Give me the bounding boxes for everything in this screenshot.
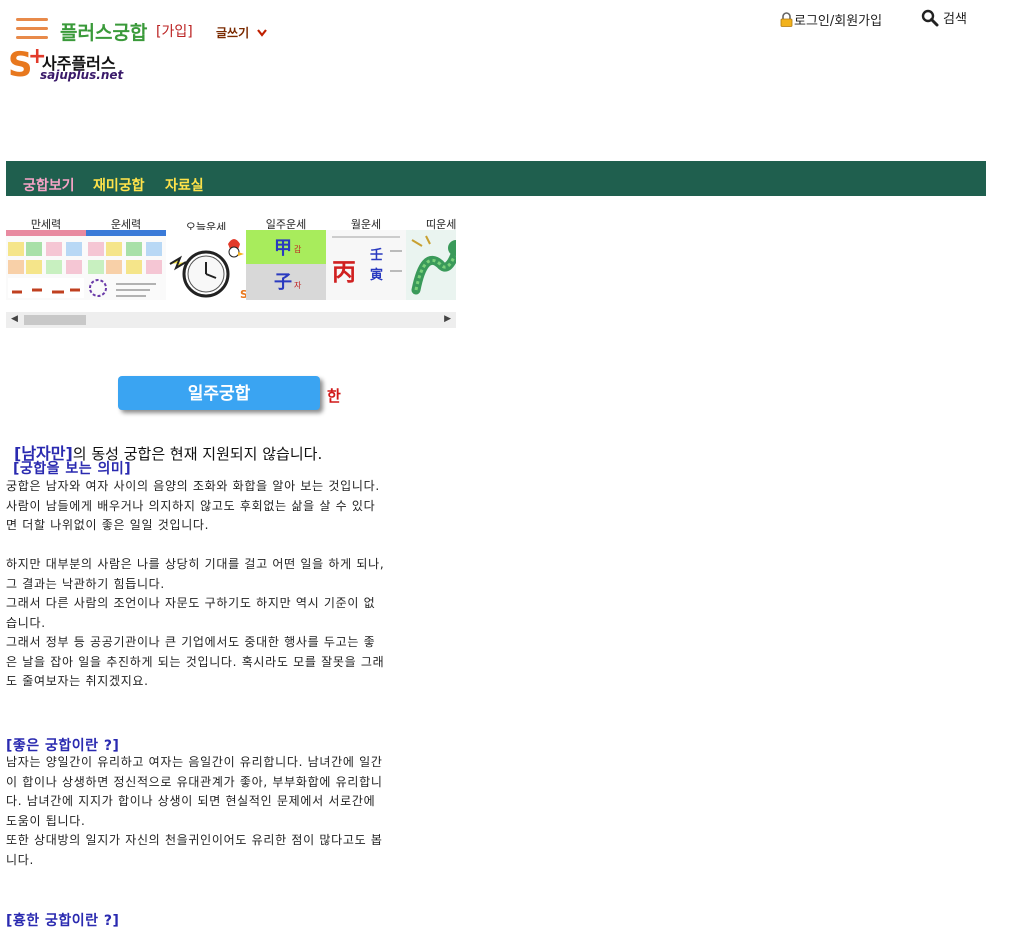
paragraph-line: 그래서 다른 사람의 조언이나 자문도 구하기도 하지만 역시 기준이 없 bbox=[6, 596, 376, 610]
ilju-stem-reading: 갑 bbox=[294, 245, 302, 254]
nav-item-match[interactable]: 궁합보기 bbox=[23, 175, 75, 195]
paragraph-line: 이 합이나 상생하면 정신적으로 유대관계가 좋아, 부부화합에 유리합니 bbox=[6, 774, 383, 789]
paragraph-line: 남자는 양일간이 유리하고 여자는 음일간이 유리합니다. 남녀간에 일간 bbox=[6, 755, 383, 769]
login-label: 로그인/회원가입 bbox=[794, 14, 883, 29]
chevron-down-icon bbox=[257, 27, 267, 40]
paragraph-line bbox=[6, 536, 458, 556]
paragraph-line: 또한 상대방의 일지가 자신의 천을귀인이어도 유리한 점이 많다고도 봅 bbox=[6, 833, 383, 847]
scroll-left-icon[interactable]: ◀ bbox=[11, 314, 18, 324]
write-menu-label: 글쓰기 bbox=[216, 26, 250, 40]
monthly-stem: 壬 bbox=[370, 248, 384, 263]
write-menu[interactable]: 글쓰기 bbox=[216, 24, 267, 41]
paragraph-line: 은 날을 잡아 일을 추진하게 되는 것입니다. 혹시라도 모를 잘못을 그래 bbox=[6, 654, 385, 669]
join-link[interactable]: [가입] bbox=[156, 21, 193, 41]
service-carousel: 만세력 운세력 오늘운세 S 일주운세 甲 갑 子 자 월운세 丙 壬 寅 띠운… bbox=[6, 210, 456, 330]
ilju-thumbnail: 甲 갑 子 자 bbox=[246, 230, 326, 300]
login-link[interactable]: 로그인/회원가입 bbox=[780, 10, 882, 29]
search-label: 검색 bbox=[943, 12, 967, 27]
site-logo[interactable]: S + 사주플러스 sajuplus.net bbox=[8, 44, 128, 86]
menu-icon[interactable] bbox=[16, 18, 48, 40]
section-body-meaning: 궁합은 남자와 여자 사이의 음양의 조화와 화합을 알아 보는 것입니다. 사람… bbox=[6, 477, 458, 692]
paragraph-line: 그 결과는 낙관하기 힘듭니다. bbox=[6, 576, 165, 591]
carousel-card-unseryeok[interactable]: 운세력 bbox=[86, 210, 166, 302]
paragraph-line: 다. 남녀간에 지지가 합이나 상생이 되면 현실적인 문제에서 서로간에 bbox=[6, 794, 376, 808]
han-mark: 한 bbox=[327, 387, 341, 405]
section-title-meaning: [궁합을 보는 의미] bbox=[13, 461, 132, 477]
paragraph-line: 습니다. bbox=[6, 615, 46, 630]
paragraph-line: 궁합은 남자와 여자 사이의 음양의 조화와 화합을 알아 보는 것입니다. bbox=[6, 479, 380, 493]
manseryeok-thumbnail bbox=[6, 230, 86, 300]
search-icon bbox=[921, 9, 939, 27]
ilju-branch: 子 bbox=[274, 272, 292, 293]
paragraph-line: 도 줄여보자는 취지겠지요. bbox=[6, 674, 149, 688]
paragraph-line: 면 더할 나위없이 좋은 일일 것입니다. bbox=[6, 518, 210, 532]
carousel-card-manseryeok[interactable]: 만세력 bbox=[6, 210, 86, 302]
rooster-clock-thumbnail: S bbox=[166, 230, 246, 300]
paragraph-line: 도움이 됩니다. bbox=[6, 813, 86, 828]
monthly-thumbnail: 丙 壬 寅 bbox=[326, 230, 406, 300]
carousel-scrollbar[interactable]: ◀ ▶ bbox=[6, 312, 456, 328]
carousel-card-zodiac[interactable]: 띠운세 bbox=[406, 210, 456, 302]
ilju-match-button[interactable]: 일주궁합 bbox=[118, 376, 320, 410]
site-title[interactable]: 플러스궁합 bbox=[60, 18, 147, 45]
main-nav: 궁합보기 재미궁합 자료실 bbox=[6, 161, 986, 196]
unseryeok-thumbnail bbox=[86, 230, 166, 300]
lock-icon bbox=[780, 12, 793, 27]
ilju-stem: 甲 bbox=[274, 238, 292, 259]
scroll-right-icon[interactable]: ▶ bbox=[444, 314, 451, 324]
paragraph-line: 그래서 정부 등 공공기관이나 큰 기업에서도 중대한 행사를 두고는 좋 bbox=[6, 635, 376, 649]
section-title-good: [좋은 궁합이란 ?] bbox=[6, 738, 120, 754]
carousel-card-monthly[interactable]: 월운세 丙 壬 寅 bbox=[326, 210, 406, 302]
section-title-bad: [흉한 궁합이란 ?] bbox=[6, 913, 120, 929]
section-body-good: 남자는 양일간이 유리하고 여자는 음일간이 유리합니다. 남녀간에 일간이 합… bbox=[6, 753, 458, 870]
monthly-branch: 寅 bbox=[370, 268, 384, 283]
paragraph-line: 사람이 남들에게 배우거나 의지하지 않고도 후회없는 삶을 살 수 있다 bbox=[6, 498, 376, 513]
nav-item-library[interactable]: 자료실 bbox=[165, 175, 204, 195]
ilju-branch-reading: 자 bbox=[294, 281, 302, 290]
dragon-thumbnail bbox=[406, 230, 456, 300]
carousel-card-ilju[interactable]: 일주운세 甲 갑 子 자 bbox=[246, 210, 326, 302]
paragraph-line: 하지만 대부분의 사람은 나를 상당히 기대를 걸고 어떤 일을 하게 되나, bbox=[6, 557, 385, 571]
search-link[interactable]: 검색 bbox=[921, 8, 967, 27]
nav-item-fun-match[interactable]: 재미궁합 bbox=[93, 175, 145, 195]
paragraph-line: 니다. bbox=[6, 852, 34, 867]
monthly-main-char: 丙 bbox=[332, 257, 356, 286]
logo-url: sajuplus.net bbox=[40, 68, 124, 82]
scrollbar-thumb[interactable] bbox=[24, 315, 86, 325]
carousel-card-today-fortune[interactable]: 오늘운세 S bbox=[166, 210, 246, 302]
